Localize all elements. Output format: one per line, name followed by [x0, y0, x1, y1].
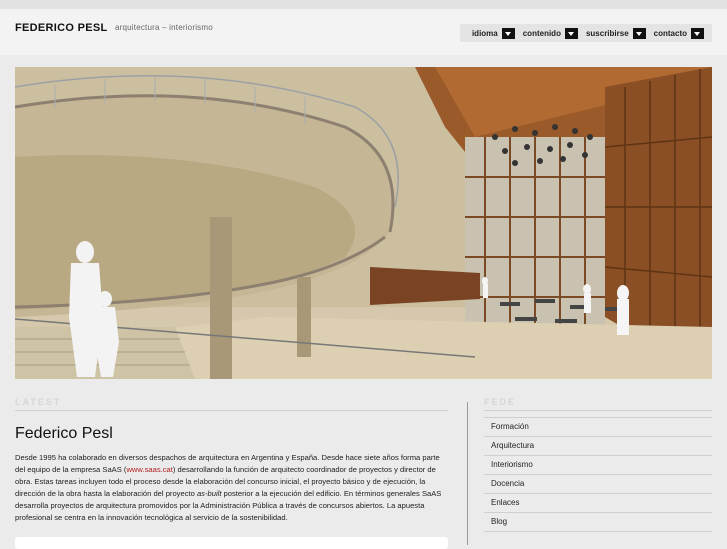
nav-label: suscribirse	[585, 28, 629, 38]
nav-idioma[interactable]: idioma	[471, 27, 515, 39]
next-post-box	[15, 537, 448, 549]
section-label-fede: FEDE	[484, 397, 712, 411]
nav-label: idioma	[471, 28, 498, 38]
hero-image	[15, 67, 712, 379]
top-nav: idioma contenido suscribirse contacto	[459, 24, 712, 42]
architecture-render	[15, 67, 712, 379]
top-strip	[0, 0, 727, 9]
sidebar-item-interiorismo[interactable]: Interiorismo	[484, 456, 712, 475]
nav-label: contacto	[653, 28, 687, 38]
site-tagline: arquitectura – interiorismo	[115, 23, 213, 32]
section-label-latest: LATEST	[15, 397, 448, 411]
nav-label: contenido	[522, 28, 561, 38]
column-divider	[467, 402, 468, 545]
chevron-down-icon[interactable]	[564, 27, 578, 39]
site-title[interactable]: FEDERICO PESL	[15, 22, 108, 34]
sidebar-item-arquitectura[interactable]: Arquitectura	[484, 437, 712, 456]
site-header: FEDERICO PESL arquitectura – interiorism…	[0, 9, 727, 55]
chevron-down-icon[interactable]	[501, 27, 515, 39]
post-body: Desde 1995 ha colaborado en diversos des…	[15, 452, 448, 524]
post-title[interactable]: Federico Pesl	[15, 425, 448, 443]
sidebar-item-blog[interactable]: Blog	[484, 513, 712, 532]
sidebar-item-enlaces[interactable]: Enlaces	[484, 494, 712, 513]
sidebar-item-formacion[interactable]: Formación	[484, 417, 712, 437]
nav-contenido[interactable]: contenido	[522, 27, 578, 39]
sidebar-item-docencia[interactable]: Docencia	[484, 475, 712, 494]
sidebar: FEDE Formación Arquitectura Interiorismo…	[484, 397, 712, 532]
post-emphasis: as-built	[196, 489, 222, 498]
saas-link[interactable]: www.saas.cat	[126, 465, 172, 474]
nav-contacto[interactable]: contacto	[653, 27, 704, 39]
sidebar-menu: Formación Arquitectura Interiorismo Doce…	[484, 417, 712, 532]
chevron-down-icon[interactable]	[691, 27, 704, 39]
nav-suscribirse[interactable]: suscribirse	[585, 27, 646, 39]
chevron-down-icon[interactable]	[632, 27, 646, 39]
latest-section: LATEST Federico Pesl Desde 1995 ha colab…	[15, 397, 448, 524]
